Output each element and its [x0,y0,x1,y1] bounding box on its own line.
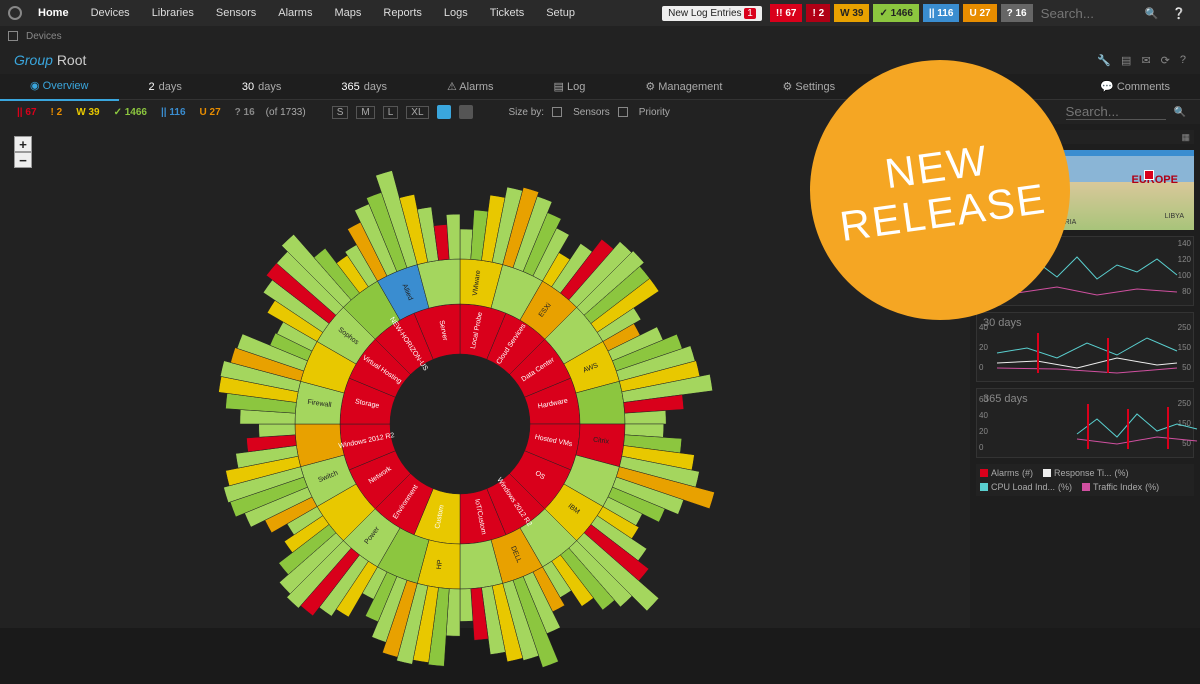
nav-logs[interactable]: Logs [434,0,478,26]
mini-chart-365d[interactable]: 365 days 60 40 20 0 250 150 50 [976,388,1194,458]
view-toggle-2-icon[interactable] [459,105,473,119]
nav-sensors[interactable]: Sensors [206,0,266,26]
page-title: Group Root [14,52,86,68]
badge-paused[interactable]: || 116 [923,4,960,22]
filter-total: (of 1733) [266,107,306,118]
wrench-icon[interactable]: 🔧 [1097,54,1111,67]
size-xl[interactable]: XL [406,106,428,119]
badge-unusual[interactable]: U 27 [963,4,996,22]
legend-response-icon [1043,469,1051,477]
home-icon[interactable] [8,31,18,41]
nav-maps[interactable]: Maps [324,0,371,26]
tab-settings[interactable]: ⚙ Settings [752,74,865,100]
badge-down[interactable]: !! 67 [770,4,803,22]
tab-log[interactable]: ▤ Log [524,74,616,100]
size-l[interactable]: L [383,106,399,119]
size-m[interactable]: M [356,106,374,119]
tab-management[interactable]: ⚙ Management [615,74,752,100]
tab-overview[interactable]: ◉ Overview [0,73,119,101]
badge-up[interactable]: ✓ 1466 [873,4,918,22]
sizeby-priority-checkbox[interactable] [618,107,628,117]
legend-traffic-icon [1082,483,1090,491]
help-icon[interactable]: ❔ [1166,7,1192,20]
size-s[interactable]: S [332,106,349,119]
new-log-entries-button[interactable]: New Log Entries 1 [662,6,762,21]
legend-alarms-icon [980,469,988,477]
group-header: Group Root 🔧 ▤ ✉ ⟳ ? [0,46,1200,74]
svg-text:HP: HP [436,559,444,570]
tab-30days[interactable]: 30days [212,74,312,100]
help-small-icon[interactable]: ? [1180,54,1186,67]
refresh-icon[interactable]: ⟳ [1161,54,1170,67]
nav-alarms[interactable]: Alarms [268,0,322,26]
nav-tickets[interactable]: Tickets [480,0,534,26]
logo-icon [8,6,22,20]
sunburst-chart[interactable]: Local ProbeCloud ServicesData CenterHard… [180,164,740,684]
list-icon[interactable]: ▤ [1121,54,1131,67]
filter-search-icon[interactable]: 🔍 [1174,107,1186,118]
sizeby-label: Size by: [509,107,545,118]
badge-down-ack[interactable]: ! 2 [806,4,830,22]
nav-home[interactable]: Home [28,0,79,26]
mini-chart-30d[interactable]: 30 days 40 20 0 250 150 50 [976,312,1194,382]
legend-cpu-icon [980,483,988,491]
nav-devices[interactable]: Devices [81,0,140,26]
search-input[interactable] [1037,4,1137,23]
breadcrumb-item[interactable]: Devices [26,31,62,42]
filter-paused[interactable]: || 116 [158,107,189,118]
nav-reports[interactable]: Reports [373,0,432,26]
filter-up[interactable]: ✓ 1466 [111,107,150,118]
nav-setup[interactable]: Setup [536,0,585,26]
tab-365days[interactable]: 365days [311,74,417,100]
zoom-out-button[interactable]: − [14,152,32,168]
map-marker-icon[interactable] [1144,170,1154,180]
badge-warning[interactable]: W 39 [834,4,869,22]
filter-search-input[interactable] [1066,104,1166,120]
sizeby-sensors-checkbox[interactable] [552,107,562,117]
top-nav: Home Devices Libraries Sensors Alarms Ma… [0,0,1200,26]
badge-unknown[interactable]: ? 16 [1001,4,1033,22]
view-toggle-1-icon[interactable] [437,105,451,119]
filter-unusual[interactable]: U 27 [197,107,224,118]
filter-unknown[interactable]: ? 16 [232,107,258,118]
mail-icon[interactable]: ✉ [1141,54,1150,67]
chart-legend: Alarms (#) Response Ti... (%) CPU Load I… [976,464,1194,496]
nav-libraries[interactable]: Libraries [142,0,204,26]
tab-alarms[interactable]: ⚠ Alarms [417,74,524,100]
tab-2days[interactable]: 2days [119,74,212,100]
breadcrumb: Devices [0,26,1200,46]
filter-downack[interactable]: ! 2 [48,107,66,118]
sidebar-qr-icon[interactable]: ▦ [1181,132,1190,143]
filter-warn[interactable]: W 39 [73,107,102,118]
search-icon[interactable]: 🔍 [1139,7,1165,20]
tab-comments[interactable]: 💬 Comments [1070,74,1200,100]
filter-down[interactable]: || 67 [14,107,40,118]
zoom-in-button[interactable]: + [14,136,32,152]
